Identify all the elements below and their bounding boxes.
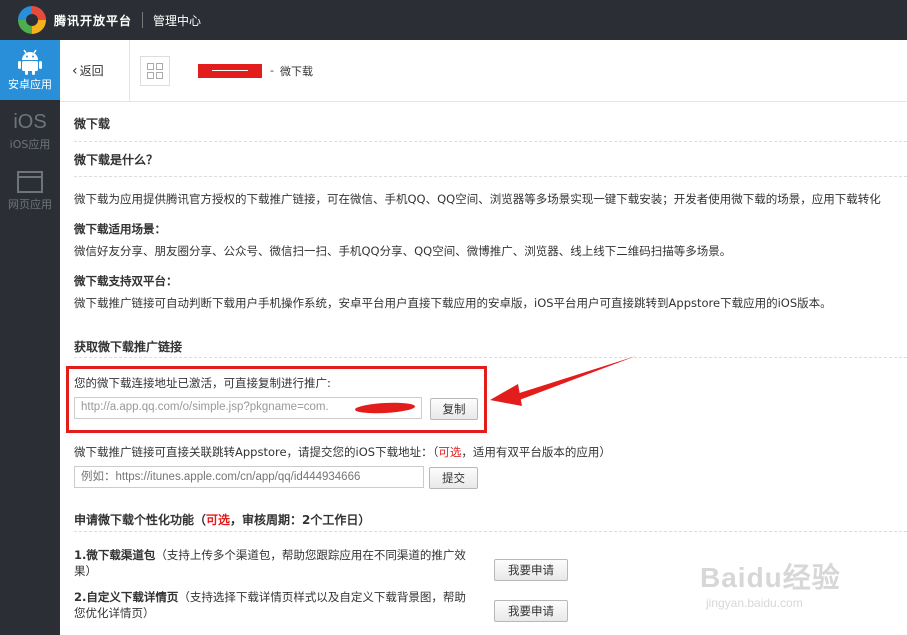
- back-button[interactable]: ‹ 返回: [72, 39, 130, 102]
- nav-label-android: 安卓应用: [8, 78, 52, 91]
- android-icon: [17, 48, 43, 76]
- back-label: 返回: [79, 64, 104, 78]
- custom-item-channel: 1.微下载渠道包（支持上传多个渠道包，帮助您跟踪应用在不同渠道的推广效: [74, 548, 466, 562]
- custom-item-detail: 2.自定义下载详情页（支持选择下载详情页样式以及自定义下载背景图，帮助: [74, 590, 466, 604]
- activated-label: 您的微下载连接地址已激活，可直接复制进行推广:: [74, 376, 331, 390]
- divider: [74, 531, 907, 532]
- divider: [74, 141, 907, 142]
- apply-detail-button[interactable]: 我要申请: [494, 600, 568, 622]
- custom-item-channel-title: 1.微下载渠道包: [74, 548, 156, 562]
- page-header: ‹ 返回 - 微下载: [60, 39, 907, 102]
- tencent-logo-icon[interactable]: [18, 6, 46, 34]
- baidu-watermark: Baidu经验 jingyan.baidu.com: [700, 562, 841, 610]
- brand-name[interactable]: 腾讯开放平台: [54, 12, 132, 29]
- submit-button[interactable]: 提交: [429, 467, 478, 489]
- annotation-arrow-icon: [490, 356, 636, 406]
- nav-label-ios: iOS应用: [9, 138, 51, 151]
- divider: [74, 176, 907, 177]
- breadcrumb: 微下载: [279, 64, 313, 78]
- apply-channel-button[interactable]: 我要申请: [494, 559, 568, 581]
- custom-item-detail-title: 2.自定义下载详情页: [74, 590, 179, 604]
- scene-description: 微信好友分享、朋友圈分享、公众号、微信扫一扫、手机QQ分享、QQ空间、微博推广、…: [74, 244, 732, 258]
- nav-label-web: 网页应用: [8, 198, 52, 211]
- divider: [142, 12, 144, 28]
- web-icon: [17, 168, 43, 196]
- management-center-link[interactable]: 管理中心: [153, 12, 201, 29]
- ios-icon: iOS: [13, 110, 47, 133]
- ios-url-input[interactable]: [74, 466, 424, 488]
- what-description: 微下载为应用提供腾讯官方授权的下载推广链接，可在微信、手机QQ、QQ空间、浏览器…: [74, 192, 881, 206]
- left-nav: 安卓应用 iOS iOS应用 网页应用: [0, 40, 60, 635]
- platform-title: 微下载支持双平台：: [74, 274, 178, 288]
- platform-description: 微下载推广链接可自动判断下载用户手机操作系统，安卓平台用户直接下载应用的安卓版，…: [74, 296, 832, 310]
- breadcrumb-separator: -: [270, 64, 274, 77]
- app-icon: [140, 55, 170, 86]
- ios-link-description: 微下载推广链接可直接关联跳转Appstore，请提交您的iOS下载地址：（可选，…: [74, 445, 611, 459]
- section-title-what: 微下载是什么？: [74, 153, 159, 167]
- section-title-get-link: 获取微下载推广链接: [74, 340, 183, 354]
- copy-button[interactable]: 复制: [430, 398, 478, 420]
- top-bar: 腾讯开放平台 管理中心: [0, 0, 907, 40]
- redacted-app-name: [198, 63, 262, 78]
- chevron-left-icon: ‹: [72, 62, 78, 79]
- nav-item-web[interactable]: 网页应用: [0, 160, 60, 220]
- custom-item-detail-cont: 您优化详情页）: [74, 606, 155, 620]
- section-title-custom: 申请微下载个性化功能（可选，审核周期：2个工作日）: [74, 513, 371, 527]
- scene-title: 微下载适用场景：: [74, 222, 166, 236]
- nav-item-ios[interactable]: iOS iOS应用: [0, 100, 60, 160]
- optional-tag: 可选: [438, 445, 462, 459]
- optional-tag: 可选: [206, 513, 231, 527]
- page-title: 微下载: [74, 117, 111, 131]
- custom-item-channel-cont: 果）: [74, 564, 97, 578]
- nav-item-android[interactable]: 安卓应用: [0, 40, 60, 100]
